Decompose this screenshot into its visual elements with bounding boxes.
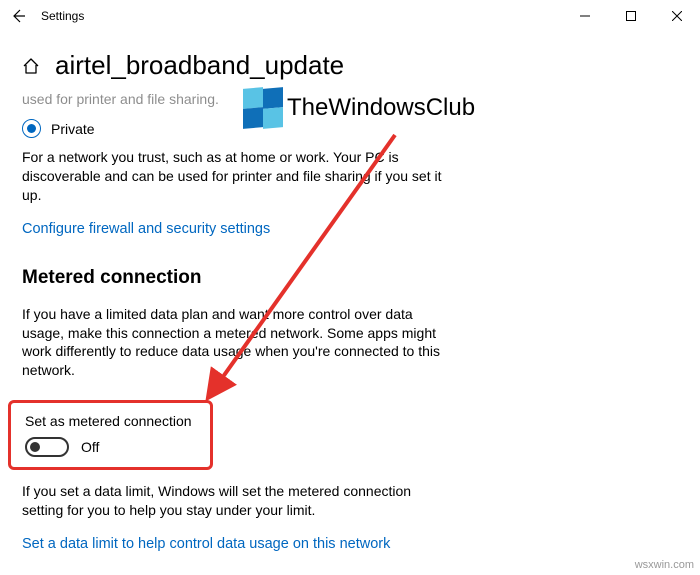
toggle-state-text: Off [81, 439, 99, 455]
toggle-label: Set as metered connection [25, 413, 200, 429]
toggle-thumb-icon [30, 442, 40, 452]
window-controls [562, 0, 700, 32]
home-icon [22, 57, 40, 75]
private-description: For a network you trust, such as at home… [22, 148, 452, 205]
close-icon [672, 11, 682, 21]
firewall-link[interactable]: Configure firewall and security settings [22, 221, 270, 237]
metered-note: If you set a data limit, Windows will se… [22, 482, 452, 520]
data-limit-link[interactable]: Set a data limit to help control data us… [22, 536, 390, 552]
private-radio[interactable]: Private [22, 119, 678, 138]
annotation-highlight: Set as metered connection Off [8, 400, 213, 470]
window-title: Settings [41, 9, 84, 23]
close-button[interactable] [654, 0, 700, 32]
maximize-icon [626, 11, 636, 21]
minimize-button[interactable] [562, 0, 608, 32]
truncated-text: used for printer and file sharing. [22, 91, 678, 107]
page-title: airtel_broadband_update [55, 50, 344, 81]
metered-description: If you have a limited data plan and want… [22, 305, 452, 381]
page-header: airtel_broadband_update [0, 32, 700, 91]
site-watermark: wsxwin.com [635, 559, 694, 571]
back-arrow-icon [10, 8, 26, 24]
metered-toggle[interactable] [25, 437, 69, 457]
home-button[interactable] [22, 57, 40, 75]
content-area: used for printer and file sharing. Priva… [0, 91, 700, 553]
back-button[interactable] [10, 8, 26, 24]
maximize-button[interactable] [608, 0, 654, 32]
radio-icon [22, 119, 41, 138]
metered-toggle-row: Off [25, 437, 200, 457]
title-bar: Settings [0, 0, 700, 32]
metered-heading: Metered connection [22, 267, 678, 289]
minimize-icon [580, 11, 590, 21]
private-radio-label: Private [51, 121, 95, 137]
